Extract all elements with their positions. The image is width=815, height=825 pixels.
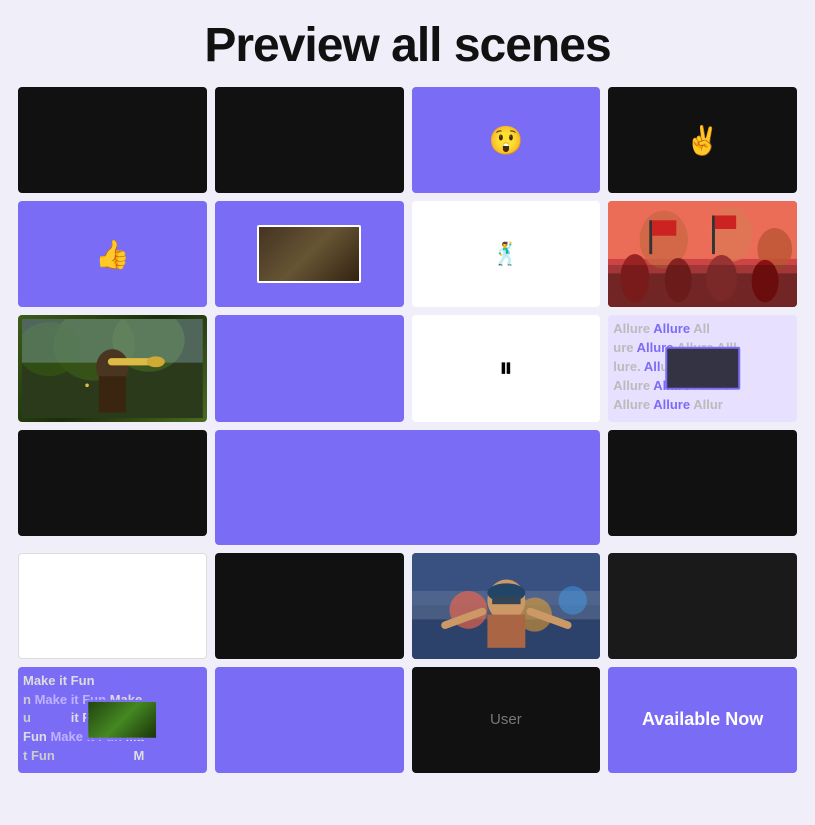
user-label: User (490, 711, 522, 728)
scene-cell-r4c2-span2[interactable] (215, 430, 601, 545)
scene-cell-r6c1[interactable]: Make it Fun Make i n Make it Fun Make u … (18, 667, 207, 773)
scene-cell-r6c2[interactable] (215, 667, 404, 773)
scene-cell-r3c4[interactable]: Allure Allure All ure Allure Allure Alll… (608, 315, 797, 421)
scene-cell-r6c4[interactable]: Available Now (608, 667, 797, 773)
emoji-icon: 😲 (488, 124, 523, 157)
dancer-icon: 🕺 (492, 241, 519, 267)
mini-thumbnail (257, 225, 361, 283)
available-now-label: Available Now (642, 709, 763, 730)
makefun-mini-thumbnail-inner (88, 702, 156, 738)
pause-emoji-icon: ⏸ (499, 352, 513, 385)
thumbs-up-emoji-icon: 👍 (95, 238, 130, 271)
scene-cell-r5c1[interactable] (18, 553, 207, 659)
scene-cell-r4c4[interactable] (608, 430, 797, 536)
scene-cell-r5c3[interactable] (412, 553, 601, 659)
scene-cell-r2c4[interactable] (608, 201, 797, 307)
emoji-icon: ✌️ (685, 124, 720, 157)
girl-photo (412, 553, 601, 659)
concert-photo (608, 201, 797, 307)
scene-grid: 😲 ✌️ 👍 🕺 (18, 87, 797, 773)
scene-cell-r3c1[interactable] (18, 315, 207, 421)
girl-svg (412, 553, 601, 659)
scene-cell-r2c3[interactable]: 🕺 (412, 201, 601, 307)
scene-cell-r1c2[interactable] (215, 87, 404, 193)
allure-mini-thumbnail (665, 347, 741, 389)
page-title: Preview all scenes (0, 0, 815, 87)
scene-cell-r3c2[interactable] (215, 315, 404, 421)
scene-cell-r5c2[interactable] (215, 553, 404, 659)
scene-cell-r1c4[interactable]: ✌️ (608, 87, 797, 193)
scene-cell-r3c3[interactable]: ⏸ (412, 315, 601, 421)
trumpet-photo (18, 315, 207, 421)
trumpet-svg (22, 319, 203, 417)
scene-cell-r2c2[interactable] (215, 201, 404, 307)
scene-grid-wrapper: 😲 ✌️ 👍 🕺 (0, 87, 815, 783)
scene-cell-r4c1[interactable] (18, 430, 207, 536)
scene-cell-r2c1[interactable]: 👍 (18, 201, 207, 307)
makefun-mini-thumbnail (86, 700, 158, 740)
scene-cell-r6c3[interactable]: User (412, 667, 601, 773)
concert-svg (608, 201, 797, 307)
scene-cell-r1c3[interactable]: 😲 (412, 87, 601, 193)
scene-cell-r5c4[interactable] (608, 553, 797, 659)
mini-thumbnail-inner (259, 227, 359, 281)
scene-cell-r1c1[interactable] (18, 87, 207, 193)
